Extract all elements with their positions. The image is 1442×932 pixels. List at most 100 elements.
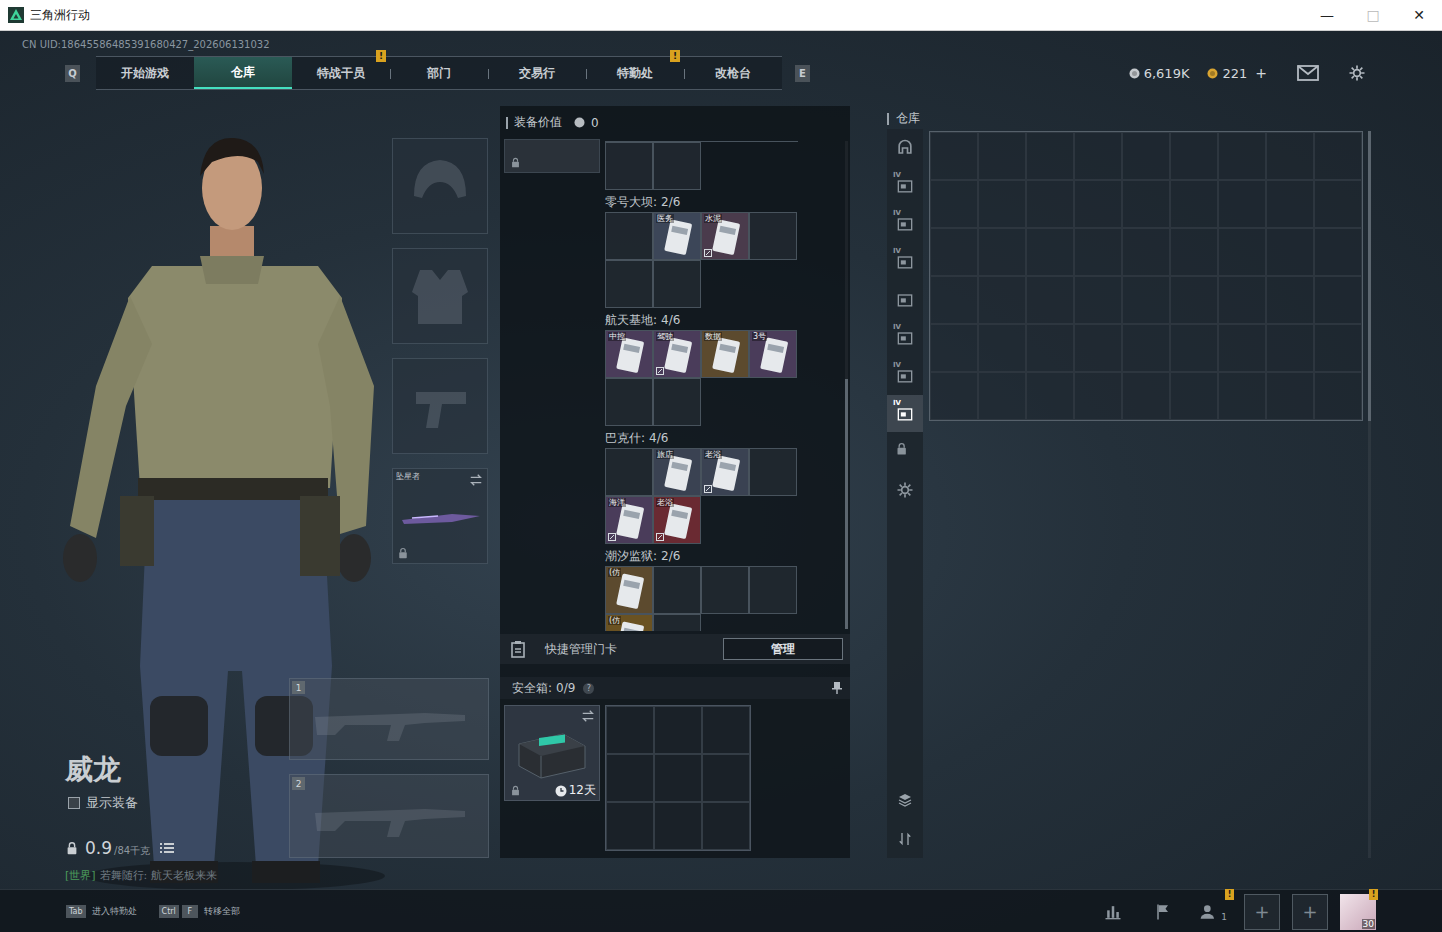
safe-box-slot[interactable]: [606, 706, 654, 754]
warehouse-slot[interactable]: [1074, 372, 1122, 420]
window-control-button[interactable]: □: [1350, 0, 1396, 30]
warehouse-slot[interactable]: [1026, 324, 1074, 372]
keycard[interactable]: 医务: [653, 212, 701, 260]
settings-gear-icon[interactable]: [1347, 63, 1367, 83]
mail-icon[interactable]: [1297, 65, 1319, 81]
warehouse-slot[interactable]: [930, 276, 978, 324]
warehouse-slot[interactable]: [1266, 372, 1314, 420]
warehouse-slot[interactable]: [1266, 324, 1314, 372]
swap-icon[interactable]: [469, 473, 483, 487]
warehouse-slot[interactable]: [978, 324, 1026, 372]
warehouse-slot[interactable]: [978, 180, 1026, 228]
avatar-button[interactable]: 30!: [1340, 894, 1376, 930]
warehouse-slot[interactable]: [1218, 372, 1266, 420]
tab-label[interactable]: 开始游戏: [121, 65, 169, 82]
warehouse-slot[interactable]: [1122, 132, 1170, 180]
add-currency-button[interactable]: +: [1255, 65, 1267, 81]
warehouse-slot[interactable]: [1314, 324, 1362, 372]
swap-icon[interactable]: [581, 709, 595, 723]
warehouse-slot[interactable]: [1170, 372, 1218, 420]
warehouse-slot[interactable]: [1218, 276, 1266, 324]
warehouse-slot[interactable]: [1266, 276, 1314, 324]
warehouse-slot[interactable]: [978, 228, 1026, 276]
warehouse-slot[interactable]: [1218, 132, 1266, 180]
friends-button[interactable]: 1!: [1194, 894, 1232, 930]
warehouse-slot[interactable]: [1122, 180, 1170, 228]
manage-button[interactable]: 管理: [723, 638, 843, 660]
slot-button[interactable]: +: [1292, 894, 1328, 930]
equipment-slot[interactable]: 坠星者: [392, 468, 488, 564]
safe-box-slot[interactable]: [654, 706, 702, 754]
warehouse-slot[interactable]: [930, 180, 978, 228]
main-tab[interactable]: 改枪台: [684, 57, 782, 89]
warehouse-tab[interactable]: [887, 471, 923, 508]
tab-label[interactable]: 特勤处: [617, 65, 653, 82]
flag-button[interactable]: [1144, 894, 1182, 930]
warehouse-slot[interactable]: [1074, 276, 1122, 324]
slot-button[interactable]: +: [1244, 894, 1280, 930]
keycard[interactable]: 3号: [749, 330, 797, 378]
warehouse-tab[interactable]: IV: [887, 205, 923, 242]
main-tab[interactable]: 特战干员!: [292, 57, 390, 89]
keycard[interactable]: 中控: [605, 330, 653, 378]
warehouse-slot[interactable]: [1122, 276, 1170, 324]
window-control-button[interactable]: ✕: [1396, 0, 1442, 30]
warehouse-slot[interactable]: [1074, 324, 1122, 372]
keycard[interactable]: 老浴: [701, 448, 749, 496]
warehouse-slot[interactable]: [978, 132, 1026, 180]
warehouse-slot[interactable]: [1218, 324, 1266, 372]
warehouse-slot[interactable]: [1266, 228, 1314, 276]
keycard[interactable]: 海洋: [605, 496, 653, 544]
safe-box-slot[interactable]: [702, 754, 750, 802]
tab-label[interactable]: 部门: [427, 65, 451, 82]
equipment-slot[interactable]: [392, 138, 488, 234]
safe-box-slot[interactable]: [702, 706, 750, 754]
tab-label[interactable]: 改枪台: [715, 65, 751, 82]
warehouse-slot[interactable]: [1026, 228, 1074, 276]
safe-box-slot[interactable]: [606, 802, 654, 850]
warehouse-tool[interactable]: [887, 781, 923, 819]
safe-box-item[interactable]: 12天: [504, 705, 600, 801]
scrollbar-thumb[interactable]: [1368, 131, 1371, 421]
weapon-slot[interactable]: 2: [289, 774, 489, 858]
safe-box-slot[interactable]: [606, 754, 654, 802]
warehouse-slot[interactable]: [1314, 228, 1362, 276]
partial-item-slot[interactable]: [504, 139, 600, 173]
safe-box-slot[interactable]: [654, 802, 702, 850]
main-tab[interactable]: 开始游戏: [96, 57, 194, 89]
main-tab[interactable]: 特勤处!: [586, 57, 684, 89]
keycard[interactable]: 驾驶: [653, 330, 701, 378]
warehouse-slot[interactable]: [930, 132, 978, 180]
tab-label[interactable]: 特战干员: [317, 65, 365, 82]
warehouse-slot[interactable]: [1026, 372, 1074, 420]
warehouse-slot[interactable]: [1170, 228, 1218, 276]
warehouse-slot[interactable]: [978, 276, 1026, 324]
warehouse-slot[interactable]: [930, 324, 978, 372]
main-tab[interactable]: 部门: [390, 57, 488, 89]
warehouse-slot[interactable]: [1314, 276, 1362, 324]
warehouse-slot[interactable]: [1170, 324, 1218, 372]
main-tab[interactable]: 交易行: [488, 57, 586, 89]
warehouse-slot[interactable]: [1074, 180, 1122, 228]
checkbox[interactable]: [68, 797, 80, 809]
equipment-slot[interactable]: [392, 248, 488, 344]
warehouse-tab[interactable]: [887, 433, 923, 470]
keycard[interactable]: 老浴: [653, 496, 701, 544]
warehouse-slot[interactable]: [1026, 180, 1074, 228]
pin-icon[interactable]: [832, 682, 842, 694]
warehouse-slot[interactable]: [1314, 180, 1362, 228]
warehouse-tab[interactable]: IV: [887, 243, 923, 280]
scrollbar-thumb[interactable]: [845, 379, 848, 629]
warehouse-slot[interactable]: [1026, 276, 1074, 324]
keycard[interactable]: 数据: [701, 330, 749, 378]
safe-box-slot[interactable]: [654, 754, 702, 802]
keycard[interactable]: (仿: [605, 566, 653, 614]
warehouse-slot[interactable]: [1266, 180, 1314, 228]
tab-label[interactable]: 仓库: [231, 64, 255, 81]
warehouse-slot[interactable]: [930, 372, 978, 420]
checkbox-label[interactable]: 显示装备: [86, 794, 138, 812]
help-badge[interactable]: ?: [583, 683, 594, 694]
window-control-button[interactable]: —: [1304, 0, 1350, 30]
warehouse-slot[interactable]: [1074, 228, 1122, 276]
warehouse-slot[interactable]: [978, 372, 1026, 420]
